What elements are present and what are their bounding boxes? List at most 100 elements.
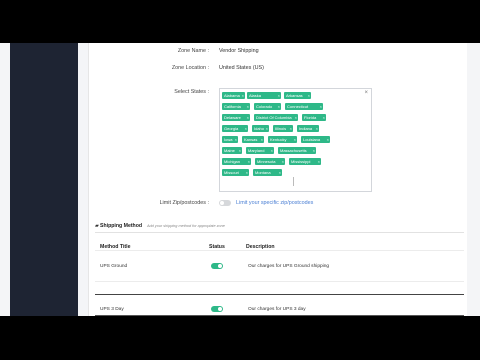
remove-state-icon[interactable]: × xyxy=(290,125,292,132)
zone-name-value: Vendor Shipping xyxy=(219,48,259,54)
remove-state-icon[interactable]: × xyxy=(261,136,263,143)
states-search-input[interactable] xyxy=(293,177,351,186)
state-chip[interactable]: Kentucky × xyxy=(268,136,297,143)
state-chip-label: Missouri xyxy=(224,170,239,175)
zone-name-label: Zone Name : xyxy=(177,48,209,54)
state-chip-label: Indiana xyxy=(299,126,313,131)
state-chip[interactable]: Connecticut × xyxy=(285,103,323,110)
remove-state-icon[interactable]: × xyxy=(271,147,273,154)
toggle-knob xyxy=(218,264,222,268)
state-chip-label: Colorado xyxy=(256,104,273,109)
dashboard-sidebar xyxy=(10,43,78,316)
state-chip[interactable]: Maryland × xyxy=(246,147,274,154)
toggle-knob xyxy=(218,307,222,311)
video-letterbox-top xyxy=(0,0,480,43)
state-chip-label: Michigan xyxy=(224,159,241,164)
state-chip-label: Alabama xyxy=(224,93,240,98)
remove-state-icon[interactable]: × xyxy=(279,169,281,176)
state-chip[interactable]: Arkansas × xyxy=(284,92,311,99)
state-chip[interactable]: Alabama × xyxy=(222,92,245,99)
shipping-method-header: ▰ Shipping Method Add your shipping meth… xyxy=(95,218,464,233)
remove-state-icon[interactable]: × xyxy=(235,136,237,143)
state-chip[interactable]: Iowa × xyxy=(222,136,238,143)
remove-state-icon[interactable]: × xyxy=(323,114,325,121)
limit-zip-link[interactable]: Limit your specific zip/postcodes xyxy=(236,200,313,206)
remove-state-icon[interactable]: × xyxy=(308,92,310,99)
state-chip[interactable]: Louisiana × xyxy=(301,136,330,143)
state-chip[interactable]: Alaska × xyxy=(247,92,281,99)
state-chip-label: Idaho xyxy=(254,126,265,131)
shipping-method-title: Shipping Method xyxy=(100,223,143,229)
state-chip[interactable]: Florida × xyxy=(302,114,326,121)
method-status-toggle[interactable] xyxy=(211,263,223,269)
state-chip-label: Montana xyxy=(255,170,271,175)
state-chip[interactable]: California × xyxy=(222,103,250,110)
state-chip[interactable]: Georgia × xyxy=(222,125,248,132)
state-chip[interactable]: Delaware × xyxy=(222,114,250,121)
table-row[interactable]: UPS Ground Our charges for UPS Ground sh… xyxy=(95,258,464,282)
remove-state-icon[interactable]: × xyxy=(246,169,248,176)
limit-zip-label: Limit Zip/postcodes : xyxy=(159,200,209,206)
states-multiselect[interactable]: × Alabama × Alaska × Arkansas × California × Col… xyxy=(219,88,372,192)
app-viewport: Zone Name : Vendor Shipping Zone Locatio… xyxy=(0,43,480,316)
remove-state-icon[interactable]: × xyxy=(320,103,322,110)
method-status-toggle[interactable] xyxy=(211,306,223,312)
state-chip-label: Mississippi xyxy=(291,159,311,164)
remove-state-icon[interactable]: × xyxy=(327,136,329,143)
state-chip[interactable]: Montana × xyxy=(253,169,282,176)
state-chip[interactable]: District Of Columbia × xyxy=(254,114,298,121)
state-chip[interactable]: Minnesota × xyxy=(255,158,285,165)
remove-state-icon[interactable]: × xyxy=(313,147,315,154)
remove-state-icon[interactable]: × xyxy=(266,125,268,132)
state-chip-label: Louisiana xyxy=(303,137,321,142)
state-chip-label: Minnesota xyxy=(257,159,276,164)
state-chip-label: Kentucky xyxy=(270,137,287,142)
method-title[interactable]: UPS Ground xyxy=(100,264,127,269)
state-chip-label: Georgia xyxy=(224,126,239,131)
state-chip-label: Kansas xyxy=(244,137,258,142)
method-description: Our charges for UPS 3 day xyxy=(248,307,306,312)
shipping-method-panel: ▰ Shipping Method Add your shipping meth… xyxy=(95,218,464,316)
remove-state-icon[interactable]: × xyxy=(239,147,241,154)
table-row[interactable]: UPS 3 Day Our charges for UPS 3 day xyxy=(95,295,464,316)
limit-zip-toggle[interactable] xyxy=(219,200,231,206)
remove-state-icon[interactable]: × xyxy=(245,125,247,132)
state-chip[interactable]: Mississippi × xyxy=(289,158,321,165)
state-chip-label: Massachusetts xyxy=(280,148,307,153)
state-chip-label: Alaska xyxy=(249,93,262,98)
method-title[interactable]: UPS 3 Day xyxy=(100,307,124,312)
state-chip[interactable]: Missouri × xyxy=(222,169,249,176)
zone-location-label: Zone Location : xyxy=(171,65,209,71)
state-chip[interactable]: Indiana × xyxy=(297,125,319,132)
remove-state-icon[interactable]: × xyxy=(295,114,297,121)
remove-state-icon[interactable]: × xyxy=(278,103,280,110)
remove-state-icon[interactable]: × xyxy=(248,158,250,165)
select-states-label: Select States : xyxy=(174,89,209,95)
state-chip-label: Florida xyxy=(304,115,317,120)
remove-state-icon[interactable]: × xyxy=(282,158,284,165)
state-chip[interactable]: Idaho × xyxy=(252,125,269,132)
state-chip[interactable]: Maine × xyxy=(222,147,242,154)
state-chip[interactable]: Massachusetts × xyxy=(278,147,316,154)
state-chip[interactable]: Michigan × xyxy=(222,158,251,165)
state-chip[interactable]: Illinois × xyxy=(273,125,293,132)
state-chip[interactable]: Colorado × xyxy=(254,103,281,110)
state-chip[interactable]: Kansas × xyxy=(242,136,264,143)
remove-state-icon[interactable]: × xyxy=(247,114,249,121)
remove-state-icon[interactable]: × xyxy=(294,136,296,143)
state-chip-label: District Of Columbia xyxy=(256,115,292,120)
state-chip-label: Maine xyxy=(224,148,235,153)
clear-states-icon[interactable]: × xyxy=(364,90,368,96)
remove-state-icon[interactable]: × xyxy=(316,125,318,132)
state-chip-label: Iowa xyxy=(224,137,233,142)
remove-state-icon[interactable]: × xyxy=(242,92,244,99)
remove-state-icon[interactable]: × xyxy=(318,158,320,165)
state-chip-label: Delaware xyxy=(224,115,241,120)
state-chip-label: California xyxy=(224,104,241,109)
remove-state-icon[interactable]: × xyxy=(278,92,280,99)
remove-state-icon[interactable]: × xyxy=(247,103,249,110)
truck-icon: ▰ xyxy=(95,223,99,229)
video-letterbox-bottom xyxy=(0,316,480,360)
state-chip-label: Illinois xyxy=(275,126,287,131)
shipping-method-subtitle: Add your shipping method for appropiate … xyxy=(147,223,225,228)
